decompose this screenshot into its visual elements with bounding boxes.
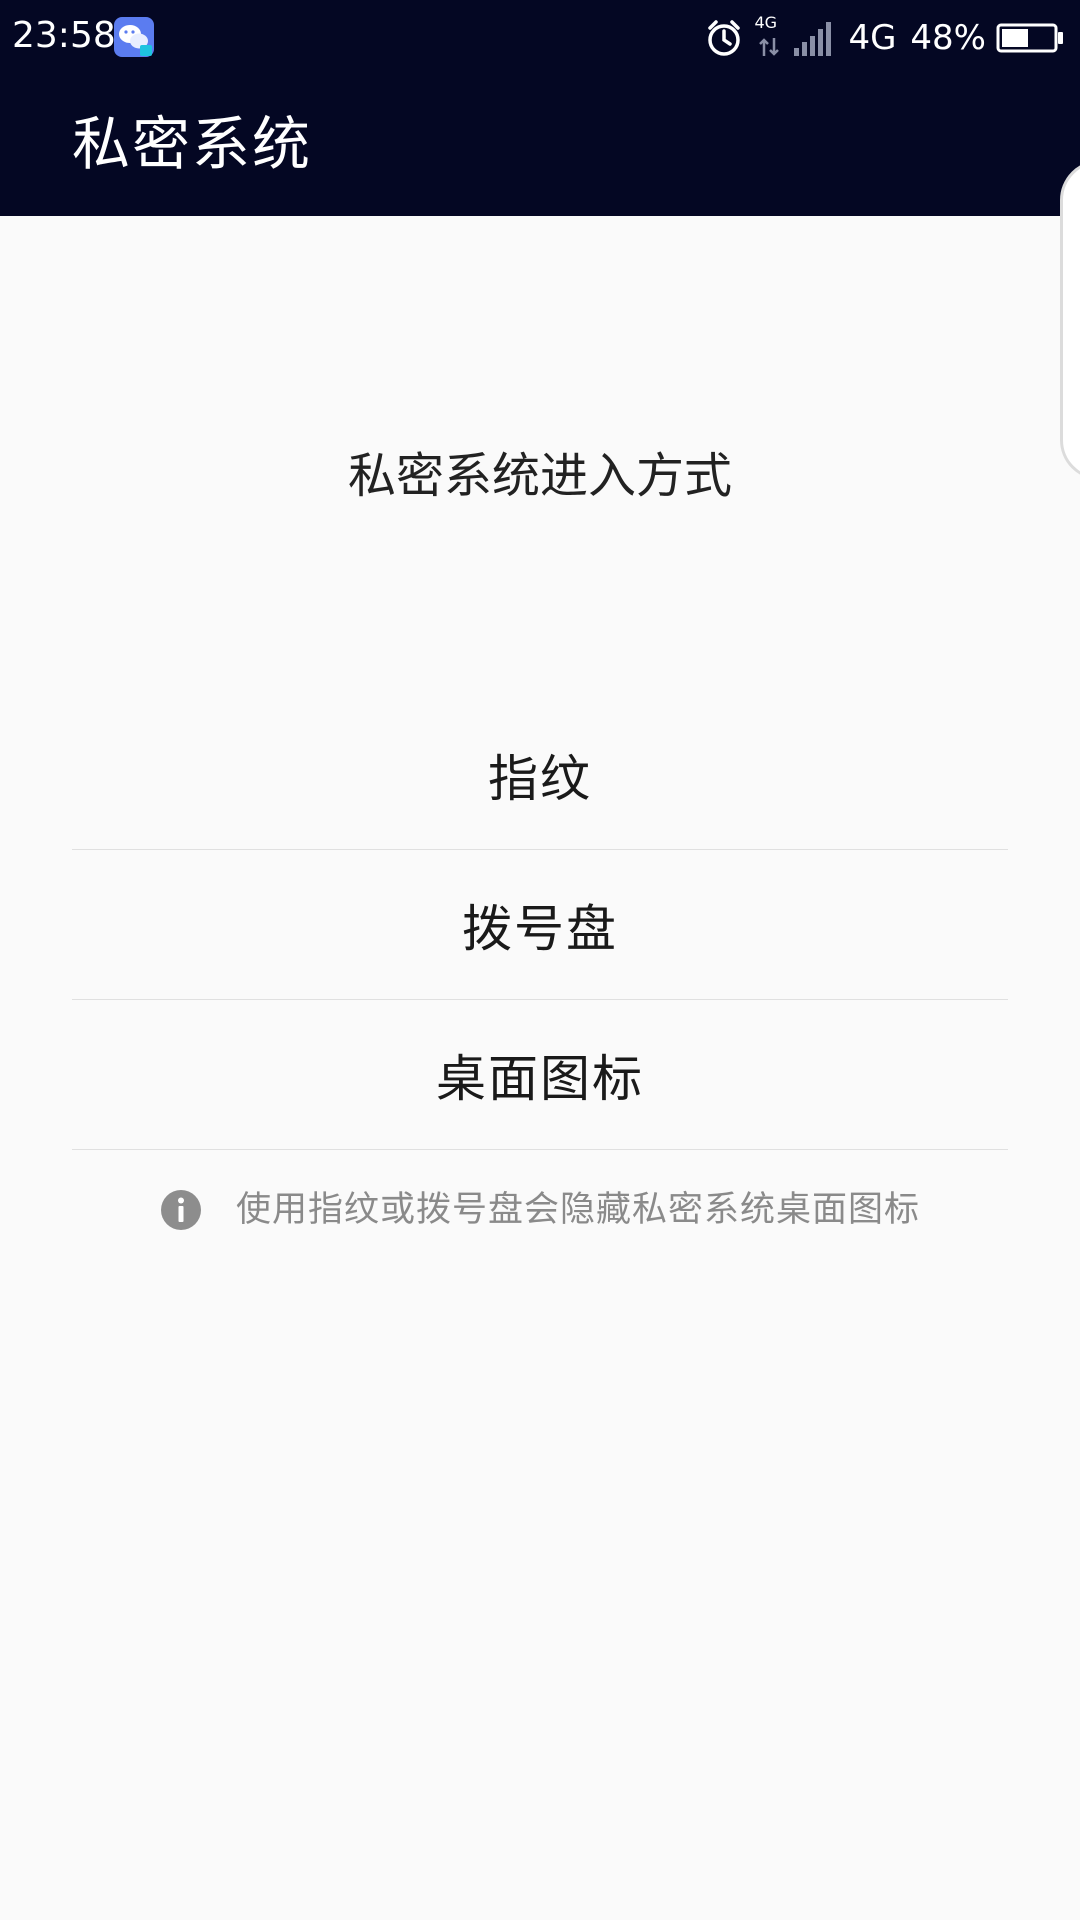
wechat-icon	[114, 17, 154, 57]
data-arrows-icon	[759, 38, 780, 56]
status-right-group: 4G 4G 48%	[704, 14, 1064, 62]
option-label: 指纹	[488, 749, 592, 808]
battery-icon	[996, 23, 1063, 53]
info-text: 使用指纹或拨号盘会隐藏私密系统桌面图标	[235, 1190, 920, 1230]
app-title: 私密系统	[72, 110, 313, 178]
option-desktop-icon[interactable]: 桌面图标	[72, 1000, 1008, 1150]
network-label: 4G	[848, 18, 897, 58]
private-system-screen: 23:58 4G 4G 48% 私密系统 私密系统进入方式 指纹 拨号盘 桌面图…	[0, 0, 1080, 1920]
info-icon	[160, 1190, 201, 1230]
option-fingerprint[interactable]: 指纹	[72, 700, 1008, 850]
option-label: 桌面图标	[436, 1049, 644, 1108]
entry-method-list: 指纹 拨号盘 桌面图标	[72, 700, 1008, 1150]
signal-icon	[794, 22, 832, 56]
network-small-label: 4G	[754, 13, 778, 32]
info-row: 使用指纹或拨号盘会隐藏私密系统桌面图标	[0, 1186, 1080, 1234]
alarm-icon	[708, 20, 741, 56]
data-indicator: 4G	[754, 13, 784, 60]
status-bar: 23:58 4G 4G 48%	[0, 0, 1080, 76]
status-time: 23:58	[12, 15, 116, 56]
section-title: 私密系统进入方式	[347, 448, 732, 504]
top-bar: 23:58 4G 4G 48% 私密系统	[0, 0, 1080, 216]
edge-floating-handle[interactable]	[1060, 160, 1080, 480]
battery-percent: 48%	[910, 18, 986, 58]
option-label: 拨号盘	[462, 899, 618, 958]
option-dialpad[interactable]: 拨号盘	[72, 850, 1008, 1000]
